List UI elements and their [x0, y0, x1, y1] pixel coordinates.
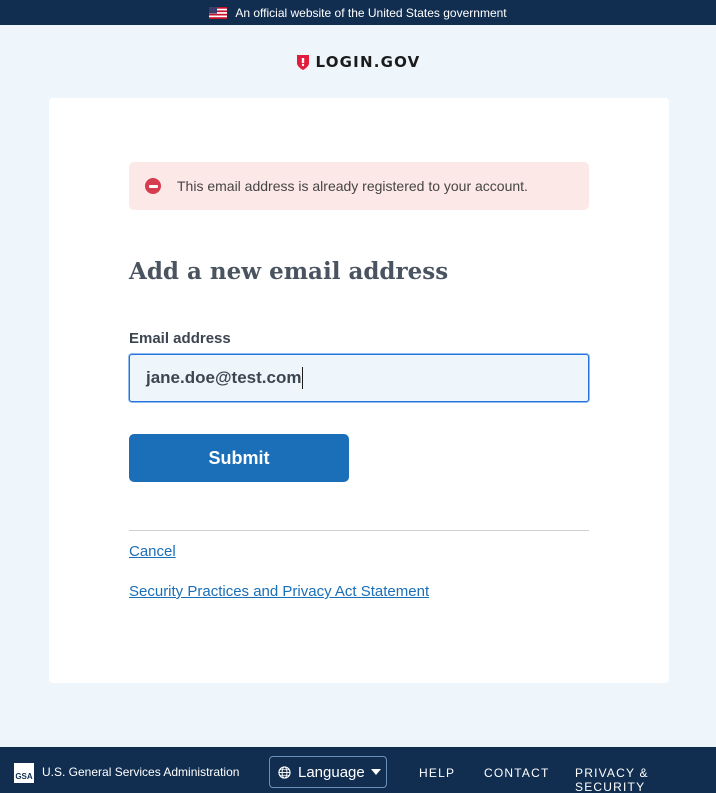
login-gov-logo[interactable]: LOGIN.GOV — [0, 50, 716, 74]
page-title: Add a new email address — [129, 258, 449, 285]
alert-message: This email address is already registered… — [177, 178, 528, 194]
gsa-text[interactable]: U.S. General Services Administration — [42, 765, 239, 779]
error-alert: This email address is already registered… — [129, 162, 589, 210]
cancel-link[interactable]: Cancel — [129, 543, 176, 560]
language-button[interactable]: Language — [269, 756, 387, 788]
text-cursor — [302, 367, 304, 389]
email-field[interactable]: jane.doe@test.com — [129, 354, 589, 402]
main-card: This email address is already registered… — [49, 98, 669, 683]
language-label: Language — [298, 763, 365, 781]
error-icon — [145, 178, 161, 194]
privacy-statement-link[interactable]: Security Practices and Privacy Act State… — [129, 583, 429, 600]
us-flag-icon — [209, 6, 228, 19]
gov-banner: An official website of the United States… — [0, 0, 716, 25]
gov-banner-text: An official website of the United States… — [235, 5, 507, 20]
footer-help-link[interactable]: HELP — [419, 766, 455, 780]
footer-contact-link[interactable]: CONTACT — [484, 766, 550, 780]
gsa-logo[interactable]: GSA — [14, 763, 34, 783]
footer: GSA U.S. General Services Administration… — [0, 747, 716, 793]
globe-icon — [278, 765, 291, 779]
divider — [129, 530, 589, 531]
caret-down-icon — [370, 769, 381, 775]
submit-button[interactable]: Submit — [129, 434, 349, 482]
logo-text: LOGIN.GOV — [315, 53, 421, 71]
email-label: Email address — [129, 330, 231, 347]
email-value: jane.doe@test.com — [146, 368, 302, 387]
footer-privacy-security-link[interactable]: PRIVACY & SECURITY — [575, 766, 716, 793]
shield-icon — [296, 54, 309, 70]
